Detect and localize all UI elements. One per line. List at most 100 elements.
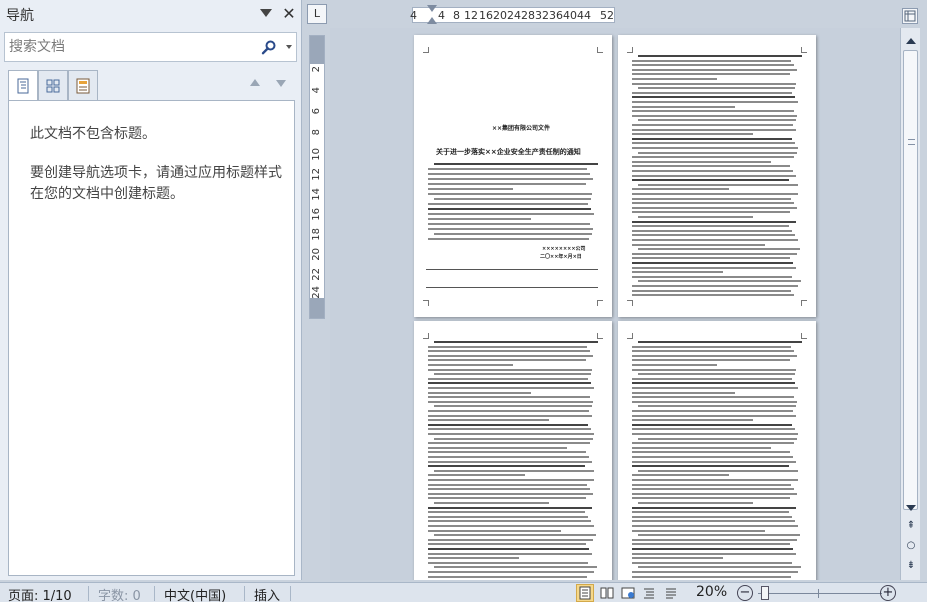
zoom-slider-track[interactable] xyxy=(758,593,882,594)
tab-browse-results[interactable] xyxy=(68,70,98,100)
next-result-icon[interactable] xyxy=(276,80,286,87)
vertical-ruler[interactable]: 2 4 6 8 10 12 14 16 18 20 22 24 xyxy=(309,35,325,319)
crop-mark xyxy=(597,333,603,339)
document-page-4[interactable] xyxy=(618,321,816,580)
pane-options-dropdown-icon[interactable] xyxy=(260,9,272,17)
text-line xyxy=(632,105,735,108)
text-line xyxy=(428,238,589,240)
text-line xyxy=(638,87,795,90)
search-options-dropdown-icon[interactable] xyxy=(286,45,292,49)
hruler-tick: 12 xyxy=(464,9,478,22)
text-line xyxy=(428,552,592,555)
word-count-indicator[interactable]: 字数: 0 xyxy=(98,585,141,602)
text-line xyxy=(434,163,598,165)
next-page-icon[interactable]: ⇟ xyxy=(904,560,918,572)
text-line xyxy=(428,377,588,380)
zoom-level[interactable]: 20% xyxy=(696,584,727,600)
text-line xyxy=(632,492,797,495)
text-line xyxy=(632,442,794,445)
text-line xyxy=(434,233,592,235)
text-line xyxy=(632,387,798,389)
close-pane-button[interactable]: ✕ xyxy=(281,5,297,23)
outline-view-button[interactable] xyxy=(640,584,658,602)
text-line xyxy=(632,506,796,509)
tab-browse-headings[interactable] xyxy=(8,70,38,101)
language-indicator[interactable]: 中文(中国) xyxy=(164,585,226,602)
scroll-down-icon[interactable] xyxy=(906,505,916,511)
insert-mode-indicator[interactable]: 插入 xyxy=(254,585,280,602)
scroll-up-icon[interactable] xyxy=(906,38,916,44)
text-line xyxy=(632,165,790,168)
previous-page-icon[interactable]: ⇞ xyxy=(904,520,918,532)
text-line xyxy=(632,497,790,500)
no-headings-message: 此文档不包含标题。 xyxy=(30,126,156,142)
vruler-tick: 20 xyxy=(311,248,322,261)
hanging-indent-marker[interactable] xyxy=(427,17,437,24)
page-rule xyxy=(426,287,598,288)
text-line xyxy=(632,193,798,195)
crop-mark xyxy=(423,300,429,306)
text-line xyxy=(632,419,753,422)
text-line xyxy=(632,483,791,486)
view-ruler-button[interactable] xyxy=(902,8,918,24)
text-line xyxy=(632,368,796,371)
ruler-icon xyxy=(904,10,916,22)
full-screen-reading-button[interactable] xyxy=(598,584,616,602)
text-line xyxy=(632,68,797,71)
text-line xyxy=(632,266,796,269)
draft-view-button[interactable] xyxy=(662,584,680,602)
page-signature: ××××××××公司 xyxy=(542,246,586,252)
text-line xyxy=(632,354,797,357)
crop-mark xyxy=(597,300,603,306)
text-line xyxy=(632,423,792,426)
crop-mark xyxy=(627,333,633,339)
page-count-indicator[interactable]: 页面: 1/10 xyxy=(8,585,72,602)
text-line xyxy=(632,382,795,385)
text-line xyxy=(428,456,589,458)
text-line xyxy=(638,502,753,504)
text-line xyxy=(632,239,798,241)
document-page-3[interactable] xyxy=(414,321,612,580)
text-line xyxy=(632,465,789,468)
text-line xyxy=(428,208,591,210)
print-layout-view-button[interactable] xyxy=(576,584,594,602)
document-area[interactable]: ××集团有限公司文件 关于进一步落实××企业安全生产责任制的通知 ×××××××… xyxy=(330,28,900,580)
search-icon[interactable] xyxy=(261,39,277,55)
document-page-2[interactable] xyxy=(618,35,816,317)
outline-icon xyxy=(644,588,654,599)
text-line xyxy=(632,350,794,353)
tab-browse-pages[interactable] xyxy=(38,70,68,100)
text-line xyxy=(428,359,586,362)
text-line xyxy=(632,479,798,481)
text-line xyxy=(428,525,594,527)
text-line xyxy=(434,341,598,343)
tab-selector-button[interactable]: L xyxy=(307,4,327,24)
text-line xyxy=(632,110,794,113)
select-browse-object-icon[interactable]: ○ xyxy=(904,540,918,552)
text-line xyxy=(632,137,792,140)
text-line xyxy=(632,289,791,292)
previous-result-icon[interactable] xyxy=(250,79,260,86)
text-line xyxy=(428,488,590,491)
vertical-scrollbar[interactable]: ⇞ ○ ⇟ xyxy=(900,28,920,580)
zoom-in-button[interactable]: + xyxy=(880,585,896,601)
first-line-indent-marker[interactable] xyxy=(427,5,437,12)
text-line xyxy=(428,396,590,399)
horizontal-ruler[interactable]: 4 4 8 12 16 20 24 28 32 36 40 44 52 xyxy=(410,5,615,24)
text-line xyxy=(428,173,590,175)
search-document-input[interactable] xyxy=(9,36,249,58)
text-line xyxy=(638,248,800,251)
crop-mark xyxy=(423,47,429,53)
vruler-tick: 16 xyxy=(311,208,322,221)
text-line xyxy=(632,128,796,131)
web-layout-button[interactable] xyxy=(619,584,637,602)
zoom-out-button[interactable]: − xyxy=(737,585,753,601)
navigation-pane: 导航 ✕ 搜索文档 此文档不包含标题。 要创建导航选项卡，请通过应用标题样式在您… xyxy=(0,0,302,580)
scrollbar-thumb[interactable] xyxy=(903,50,918,510)
text-line xyxy=(428,451,586,454)
document-page-1[interactable]: ××集团有限公司文件 关于进一步落实××企业安全生产责任制的通知 ×××××××… xyxy=(414,35,612,317)
scrollbar-grip-icon xyxy=(908,139,915,145)
page-title: 关于进一步落实××企业安全生产责任制的通知 xyxy=(436,148,581,156)
zoom-slider-thumb[interactable] xyxy=(760,586,769,600)
navigation-pane-header: 导航 xyxy=(0,0,302,30)
